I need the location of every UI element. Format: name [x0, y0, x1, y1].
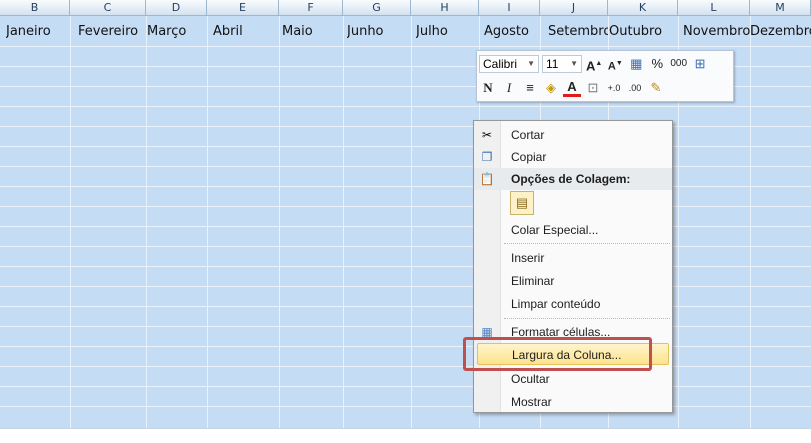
- column-header-h[interactable]: H: [411, 0, 479, 16]
- cell-janeiro[interactable]: Janeiro: [6, 24, 70, 39]
- scissors-icon: ✂: [481, 128, 493, 142]
- chevron-down-icon: ▼: [527, 59, 535, 68]
- column-header-c[interactable]: C: [70, 0, 146, 16]
- menu-item-insert[interactable]: Inserir: [474, 247, 672, 269]
- cell-setembro[interactable]: Setembro: [548, 24, 608, 39]
- column-header-i[interactable]: I: [479, 0, 540, 16]
- font-name-value: Calibri: [483, 57, 518, 71]
- column-header-m[interactable]: M: [750, 0, 811, 16]
- format-painter-icon[interactable]: ✎: [647, 78, 665, 98]
- menu-item-hide[interactable]: Ocultar: [474, 368, 672, 390]
- cell-abril[interactable]: Abril: [213, 24, 279, 39]
- cell-novembro[interactable]: Novembro: [683, 24, 750, 39]
- menu-item-unhide[interactable]: Mostrar: [474, 391, 672, 413]
- thousands-separator-button[interactable]: 000: [669, 54, 688, 74]
- cell-julho[interactable]: Julho: [416, 24, 479, 39]
- cell-maio[interactable]: Maio: [282, 24, 343, 39]
- column-header-b[interactable]: B: [0, 0, 70, 16]
- shrink-font-icon[interactable]: A▼: [606, 54, 624, 74]
- cell-dezembro[interactable]: Dezembro: [750, 24, 811, 39]
- menu-item-delete[interactable]: Eliminar: [474, 270, 672, 292]
- cell-outubro[interactable]: Outubro: [609, 24, 678, 39]
- highlight-annotation: [463, 337, 652, 371]
- column-header-g[interactable]: G: [343, 0, 411, 16]
- menu-header-paste-options: 📋 Opções de Colagem:: [474, 168, 672, 190]
- column-header-l[interactable]: L: [678, 0, 750, 16]
- cell-fevereiro[interactable]: Fevereiro: [78, 24, 146, 39]
- font-size-value: 11: [546, 57, 559, 71]
- decrease-decimal-icon[interactable]: .00: [626, 78, 644, 98]
- italic-button[interactable]: I: [500, 78, 518, 98]
- font-size-select[interactable]: 11 ▼: [542, 55, 582, 73]
- spreadsheet: B C D E F G H I J K L M Janeiro Fevereir…: [0, 0, 811, 443]
- cell-agosto[interactable]: Agosto: [484, 24, 540, 39]
- align-center-icon[interactable]: ≡: [521, 78, 539, 98]
- paste-icon: 📋: [479, 172, 495, 186]
- copy-icon: ❐: [481, 150, 493, 164]
- font-name-select[interactable]: Calibri ▼: [479, 55, 539, 73]
- sheet-bottom-area: [0, 428, 811, 443]
- fill-color-icon[interactable]: ◈: [542, 78, 560, 98]
- mini-toolbar: Calibri ▼ 11 ▼ A▲ A▼ ▦ % 000 ⊞ N I ≡ ◈ A ⊡…: [476, 50, 734, 102]
- column-headers: B C D E F G H I J K L M: [0, 0, 811, 16]
- column-header-j[interactable]: J: [540, 0, 608, 16]
- chevron-down-icon: ▼: [570, 59, 578, 68]
- clipboard-icon: ▤: [515, 195, 529, 210]
- accounting-format-icon[interactable]: ▦: [627, 54, 645, 74]
- grow-font-icon[interactable]: A▲: [585, 54, 603, 74]
- cell-junho[interactable]: Junho: [347, 24, 411, 39]
- column-header-e[interactable]: E: [207, 0, 279, 16]
- column-header-f[interactable]: F: [279, 0, 343, 16]
- increase-decimal-icon[interactable]: +.0: [605, 78, 623, 98]
- menu-item-copy[interactable]: ❐ Copiar: [474, 146, 672, 168]
- font-color-icon[interactable]: A: [563, 79, 581, 97]
- column-header-k[interactable]: K: [608, 0, 678, 16]
- cell-marco[interactable]: Março: [147, 24, 207, 39]
- menu-item-clear-contents[interactable]: Limpar conteúdo: [474, 293, 672, 315]
- bold-button[interactable]: N: [479, 78, 497, 98]
- menu-item-paste-special[interactable]: Colar Especial...: [474, 219, 672, 241]
- percent-style-button[interactable]: %: [648, 54, 666, 74]
- merge-center-icon[interactable]: ⊞: [691, 54, 709, 74]
- column-header-d[interactable]: D: [146, 0, 207, 16]
- paste-option-button[interactable]: ▤: [510, 191, 534, 215]
- borders-icon[interactable]: ⊡: [584, 78, 602, 98]
- menu-item-cut[interactable]: ✂ Cortar: [474, 124, 672, 146]
